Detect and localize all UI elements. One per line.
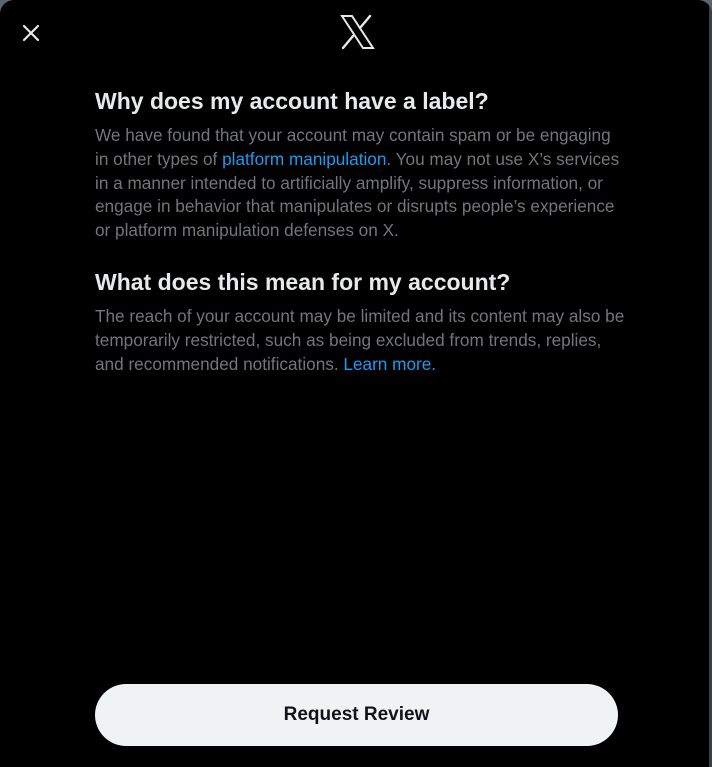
section-heading-label: Why does my account have a label?	[95, 88, 489, 114]
close-icon	[22, 24, 40, 42]
label-explanation: We have found that your account may cont…	[95, 124, 625, 243]
platform-manipulation-link[interactable]: platform manipulation	[222, 149, 386, 169]
x-logo-icon	[339, 14, 375, 50]
meaning-explanation: The reach of your account may be limited…	[95, 305, 625, 376]
section-heading-meaning: What does this mean for my account?	[95, 268, 511, 295]
request-review-button[interactable]: Request Review	[95, 684, 618, 746]
close-button[interactable]	[13, 15, 49, 51]
dialog-content: Why does my account have a label? We hav…	[95, 84, 625, 376]
label-info-dialog: Why does my account have a label? We hav…	[0, 0, 712, 767]
learn-more-link[interactable]: Learn more.	[343, 354, 436, 374]
